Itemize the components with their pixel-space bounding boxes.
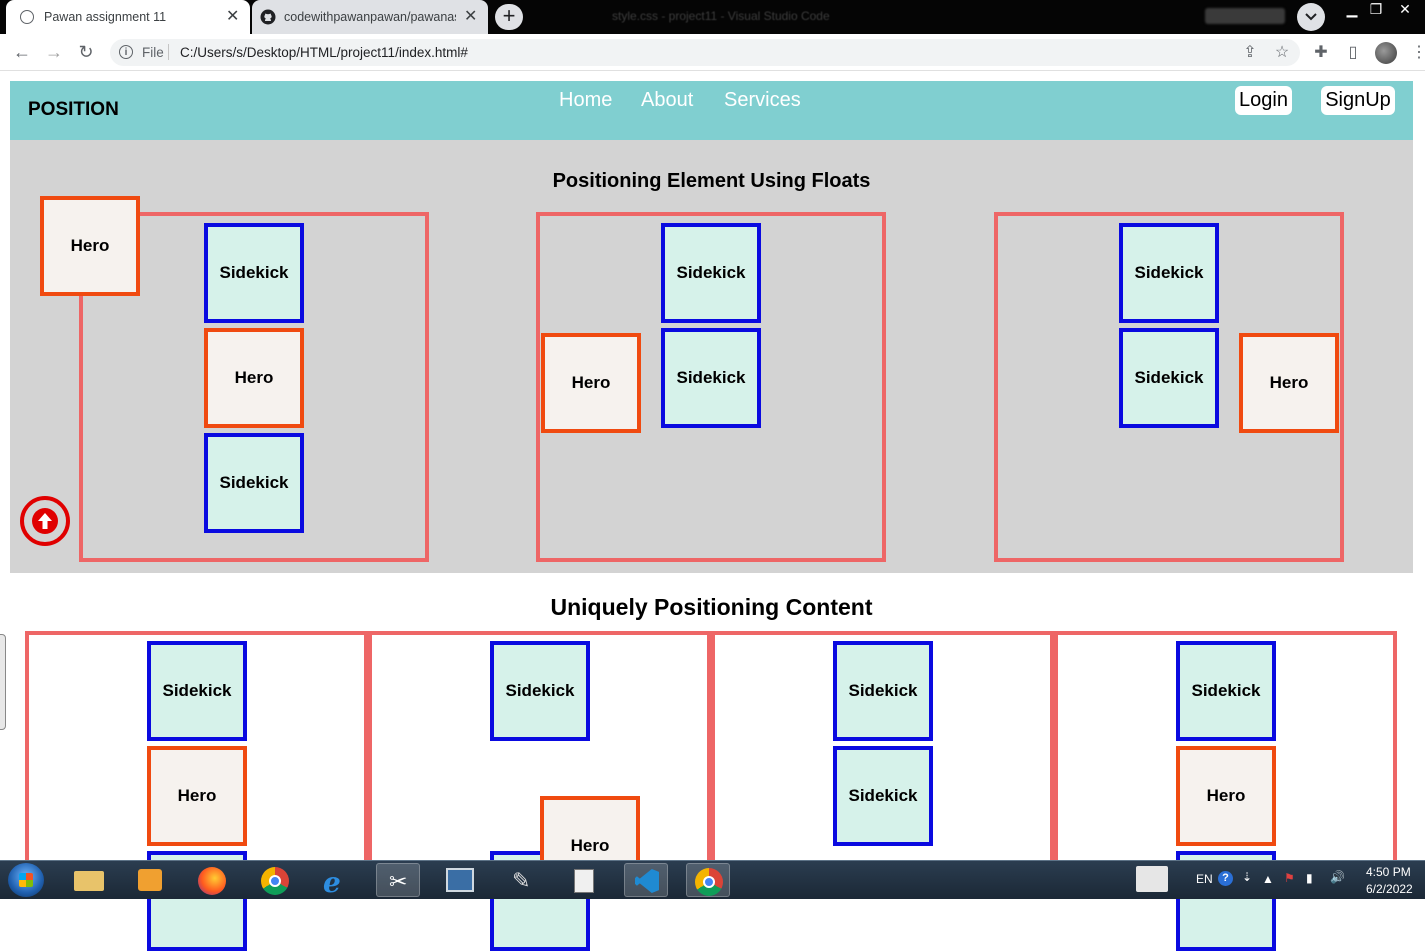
info-icon: i [119, 45, 133, 59]
sidekick-box: Sidekick [1119, 328, 1219, 428]
paint-tool-icon[interactable]: ✎ [500, 863, 544, 897]
firefox-shape [198, 867, 226, 895]
chrome-icon[interactable] [253, 863, 297, 897]
unique-section-title: Uniquely Positioning Content [550, 594, 873, 620]
folder-shape [74, 871, 104, 891]
url-scheme-label: File [142, 45, 164, 60]
login-button[interactable]: Login [1235, 86, 1292, 115]
edge-side-tab [0, 634, 6, 730]
sidekick-box: Sidekick [1119, 223, 1219, 323]
chrome-center [269, 875, 281, 887]
tab-active[interactable]: Pawan assignment 11 ✕ [6, 0, 250, 34]
hero-box: Hero [147, 746, 247, 846]
snipping-tool-icon[interactable]: ✂ [376, 863, 420, 897]
hero-box: Hero [40, 196, 140, 296]
background-window-title: style.css - project11 - Visual Studio Co… [612, 9, 830, 23]
internet-explorer-icon[interactable]: e [315, 863, 359, 899]
clock-date[interactable]: 6/2/2022 [1366, 882, 1413, 896]
nav-link-home[interactable]: Home [559, 89, 612, 112]
windows-logo-icon [19, 873, 33, 887]
url-text[interactable]: C:/Users/s/Desktop/HTML/project11/index.… [180, 45, 468, 60]
tab-inactive[interactable]: codewithpawanpawan/pawanass ✕ [252, 0, 488, 34]
hero-box: Hero [541, 333, 641, 433]
media-player-icon[interactable] [128, 863, 172, 897]
vscode-shape [635, 869, 659, 893]
reload-icon[interactable]: ↻ [75, 42, 97, 64]
site-navbar [10, 81, 1413, 140]
sidekick-box: Sidekick [833, 746, 933, 846]
photo-viewer-icon[interactable] [438, 863, 482, 897]
signup-button[interactable]: SignUp [1321, 86, 1395, 115]
vscode-icon[interactable] [624, 863, 668, 897]
sidekick-box: Sidekick [490, 641, 590, 741]
network-signal-icon[interactable]: ▮ [1306, 871, 1313, 885]
side-panel-icon[interactable]: ▯ [1342, 42, 1364, 64]
restore-window-icon[interactable]: ❐ [1363, 0, 1389, 20]
sidekick-box: Sidekick [147, 641, 247, 741]
bookmark-star-icon[interactable]: ☆ [1271, 42, 1293, 64]
ie-shape: e [323, 866, 341, 899]
hero-box: Hero [204, 328, 304, 428]
float-section-title: Positioning Element Using Floats [552, 170, 871, 192]
tab-title: Pawan assignment 11 [44, 10, 167, 24]
sidekick-box: Sidekick [204, 433, 304, 533]
extensions-puzzle-icon[interactable]: ✚ [1310, 42, 1332, 64]
clock-time[interactable]: 4:50 PM [1366, 865, 1411, 879]
paint-shape: ✎ [512, 868, 531, 893]
chrome-center [703, 876, 715, 888]
globe-icon [20, 10, 34, 24]
close-tab-icon[interactable]: ✕ [226, 9, 239, 25]
scroll-to-top-button[interactable] [20, 496, 70, 546]
language-indicator[interactable]: EN [1196, 872, 1213, 886]
sidekick-box: Sidekick [1176, 641, 1276, 741]
action-center-flag-icon[interactable]: ⚑ [1284, 871, 1295, 885]
close-window-icon[interactable]: ✕ [1392, 0, 1418, 20]
media-shape [138, 869, 162, 891]
notepad-shape [574, 869, 594, 893]
chevron-down-icon [1305, 13, 1317, 21]
minimize-window-icon[interactable]: ▁ [1339, 0, 1365, 20]
start-button[interactable] [8, 863, 44, 897]
chrome-active-icon[interactable] [686, 863, 730, 897]
nav-link-about[interactable]: About [641, 89, 693, 112]
pen-input-icon[interactable] [1136, 866, 1168, 892]
share-icon[interactable]: ⇪ [1239, 42, 1261, 64]
sidekick-box: Sidekick [661, 223, 761, 323]
tray-options-icon[interactable]: ⇣ [1242, 870, 1252, 884]
hero-box: Hero [1239, 333, 1339, 433]
nav-link-services[interactable]: Services [724, 89, 801, 112]
url-divider [168, 44, 169, 60]
close-tab-icon[interactable]: ✕ [464, 9, 477, 25]
volume-icon[interactable]: 🔊 [1330, 870, 1345, 884]
tab-search-button[interactable] [1297, 3, 1325, 31]
more-menu-icon[interactable]: ⋮ [1408, 42, 1425, 64]
arrow-up-icon [32, 508, 58, 534]
tab-title: codewithpawanpawan/pawanass [284, 10, 456, 24]
photo-shape [446, 868, 474, 892]
help-icon[interactable]: ? [1218, 871, 1233, 886]
site-brand[interactable]: POSITION [28, 99, 119, 121]
sidekick-box: Sidekick [833, 641, 933, 741]
firefox-icon[interactable] [190, 863, 234, 897]
profile-avatar[interactable] [1375, 42, 1397, 64]
file-explorer-icon[interactable] [67, 863, 111, 897]
blurred-taskbar-thumbnails [1205, 8, 1285, 24]
github-icon [260, 9, 276, 25]
scissors-shape: ✂ [389, 869, 408, 894]
show-hidden-icons[interactable]: ▲ [1262, 872, 1274, 886]
new-tab-button[interactable]: + [495, 4, 523, 30]
hero-box: Hero [1176, 746, 1276, 846]
back-arrow-icon[interactable]: ← [11, 42, 33, 64]
sidekick-box: Sidekick [661, 328, 761, 428]
sidekick-box: Sidekick [204, 223, 304, 323]
notepad-icon[interactable] [562, 863, 606, 897]
forward-arrow-icon[interactable]: → [43, 42, 65, 64]
